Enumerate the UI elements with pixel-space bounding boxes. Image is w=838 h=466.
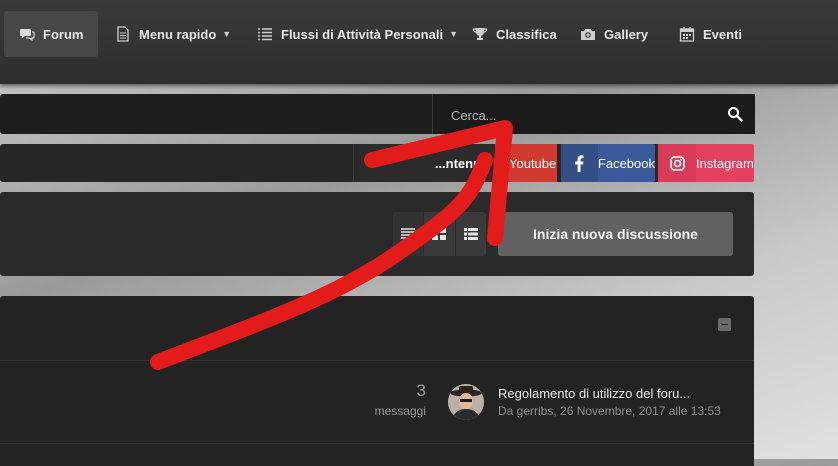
reply-count: 3 (416, 381, 426, 400)
view-mode-group (393, 212, 486, 256)
comments-icon (20, 29, 35, 42)
camera-icon (581, 29, 595, 40)
table-view-icon (401, 228, 416, 239)
contenuti-button[interactable]: ...ntenuti (355, 144, 495, 182)
forum-header (0, 296, 754, 361)
youtube-label: Youtube (509, 155, 557, 171)
nav-classifica-label: Classifica (496, 26, 557, 42)
facebook-button[interactable]: Facebook (561, 144, 655, 182)
last-post-meta: Da gerribs, 26 Novembre, 2017 alle 13:53 (498, 404, 721, 418)
collapse-icon[interactable] (718, 318, 731, 331)
chevron-down-icon: ▼ (222, 29, 232, 39)
view-grid-button[interactable] (424, 212, 456, 256)
view-table-button[interactable] (393, 212, 425, 256)
facebook-icon (561, 144, 598, 182)
nav-gallery-label: Gallery (604, 26, 649, 42)
nav-menu-rapido[interactable]: Menu rapido ▼ (115, 11, 231, 57)
new-topic-button[interactable]: Inizia nuova discussione (498, 212, 733, 256)
avatar[interactable] (448, 384, 484, 420)
nav-eventi[interactable]: Eventi (679, 11, 742, 57)
nav-forum-label: Forum (43, 26, 84, 42)
search-icon[interactable] (727, 106, 743, 122)
nav-flussi[interactable]: Flussi di Attività Personali ▼ (257, 11, 458, 57)
view-list-button[interactable] (456, 212, 486, 256)
nav-gallery[interactable]: Gallery (580, 11, 648, 57)
grid-view-icon (432, 228, 447, 240)
top-navigation: Forum Menu rapido ▼ Flussi di Attività P… (0, 0, 838, 84)
document-icon (117, 26, 129, 42)
youtube-button[interactable]: Youtube (495, 144, 557, 182)
trophy-icon (472, 28, 488, 40)
nav-menu-rapido-label: Menu rapido (139, 26, 217, 42)
nav-classifica[interactable]: Classifica (472, 11, 557, 57)
instagram-button[interactable]: Instagram (658, 144, 754, 182)
search-bar (0, 94, 755, 134)
list-view-icon (463, 228, 478, 240)
nav-flussi-label: Flussi di Attività Personali (281, 26, 444, 42)
nav-eventi-label: Eventi (703, 26, 743, 42)
search-input[interactable] (449, 103, 703, 127)
last-post-title[interactable]: Regolamento di utilizzo del foru... (498, 386, 690, 401)
nav-forum[interactable]: Forum (4, 11, 99, 57)
divider (353, 144, 354, 182)
search-field (432, 94, 755, 134)
table-row[interactable]: 3 messaggi Regolamento di utilizzo del f… (0, 361, 754, 444)
instagram-label: Instagram (696, 155, 754, 171)
forum-toolbar: Inizia nuova discussione (0, 192, 754, 276)
forum-panel: 3 messaggi Regolamento di utilizzo del f… (0, 296, 754, 466)
contenuti-label: ...ntenuti (434, 155, 489, 171)
chevron-down-icon: ▼ (449, 29, 458, 39)
instagram-icon (658, 144, 696, 182)
list-icon (258, 28, 272, 41)
social-bar: ...ntenuti Youtube Facebook Instagram (0, 144, 754, 182)
calendar-icon (679, 27, 695, 42)
reply-count-label: messaggi (374, 404, 426, 418)
facebook-label: Facebook (597, 155, 655, 171)
